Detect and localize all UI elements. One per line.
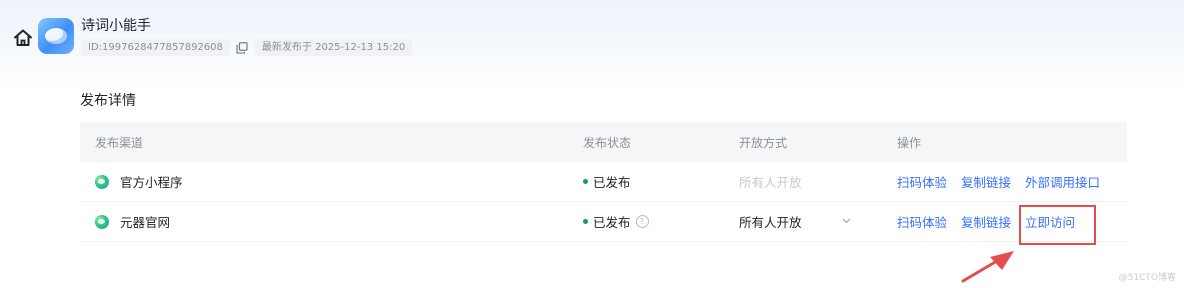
table-header: 发布渠道 发布状态 开放方式 操作 xyxy=(80,122,1127,162)
app-id: ID:1997628477857892608 xyxy=(81,39,230,56)
chevron-down-icon xyxy=(842,216,851,227)
status-cell: 已发布 ? xyxy=(583,202,649,241)
external-api-link[interactable]: 外部调用接口 xyxy=(1025,172,1100,191)
table-row: 元器官网 已发布 ? 所有人开放 扫码体验 复制链接 立即访问 xyxy=(80,202,1127,242)
channel-name: 官方小程序 xyxy=(120,175,183,190)
channel-icon xyxy=(95,214,109,229)
help-icon[interactable]: ? xyxy=(635,215,649,228)
section-title: 发布详情 xyxy=(80,93,136,109)
actions-cell: 扫码体验 复制链接 外部调用接口 xyxy=(897,162,1100,201)
watermark: @51CTO博客 xyxy=(1118,273,1176,283)
scan-experience-link[interactable]: 扫码体验 xyxy=(897,212,947,231)
table-row: 官方小程序 已发布 所有人开放 扫码体验 复制链接 外部调用接口 xyxy=(80,162,1127,202)
status-dot xyxy=(583,179,588,184)
home-icon[interactable] xyxy=(12,27,34,49)
arrow-annotation xyxy=(961,251,1014,283)
publish-table: 发布渠道 发布状态 开放方式 操作 官方小程序 已发布 所有人开放 扫码体验 复… xyxy=(80,122,1127,242)
app-title: 诗词小能手 xyxy=(81,18,151,34)
latest-publish-time: 最新发布于 2025-12-13 15:20 xyxy=(254,39,413,56)
status-dot xyxy=(583,219,588,224)
channel-icon xyxy=(95,174,109,189)
channel-cell: 元器官网 xyxy=(95,202,170,241)
scan-experience-link[interactable]: 扫码体验 xyxy=(897,172,947,191)
header-actions: 操作 xyxy=(897,135,922,150)
access-select[interactable]: 所有人开放 xyxy=(739,202,851,241)
access-text: 所有人开放 xyxy=(739,175,802,190)
channel-name: 元器官网 xyxy=(120,215,171,230)
app-meta: ID:1997628477857892608 最新发布于 2025-12-13 … xyxy=(81,39,413,56)
header-access: 开放方式 xyxy=(739,135,788,150)
highlight-annotation-box xyxy=(1019,205,1096,245)
copy-icon[interactable] xyxy=(236,41,249,54)
status-text: 已发布 xyxy=(593,215,631,230)
status-text: 已发布 xyxy=(593,175,631,190)
app-logo xyxy=(38,18,74,54)
copy-link-link[interactable]: 复制链接 xyxy=(961,212,1011,231)
status-cell: 已发布 xyxy=(583,162,631,201)
header-status: 发布状态 xyxy=(583,135,632,150)
copy-link-link[interactable]: 复制链接 xyxy=(961,172,1011,191)
header-channel: 发布渠道 xyxy=(95,135,144,150)
access-select-value: 所有人开放 xyxy=(739,215,802,230)
channel-cell: 官方小程序 xyxy=(95,162,183,201)
